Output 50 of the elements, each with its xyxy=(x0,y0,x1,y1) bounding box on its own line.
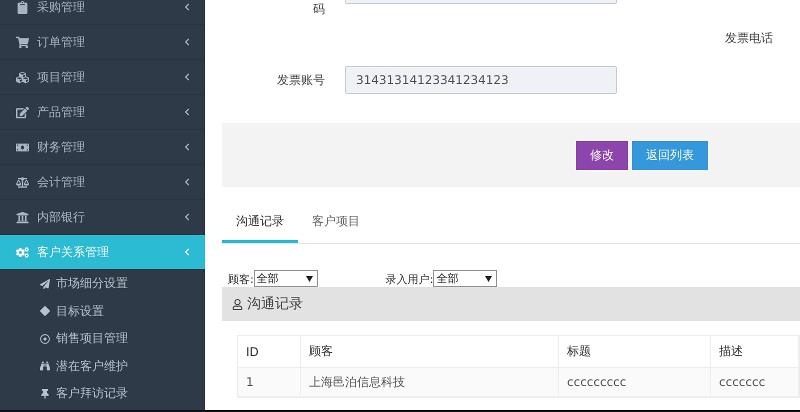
paper-plane-icon xyxy=(40,278,50,289)
edit-button[interactable]: 修改 xyxy=(576,140,628,170)
bank-icon xyxy=(16,210,29,224)
submenu-item[interactable]: 市场细分设置 xyxy=(0,270,205,298)
chevron-icon xyxy=(183,108,191,116)
chevron-icon xyxy=(183,38,191,46)
dropdown-icon xyxy=(485,276,492,282)
tab[interactable]: 沟通记录 xyxy=(222,205,298,243)
cart-icon xyxy=(16,36,29,48)
submenu-item[interactable]: 客户拜访记录 xyxy=(0,380,205,408)
column-header: ID xyxy=(238,336,301,368)
chevron-icon xyxy=(183,73,191,81)
chevron-icon xyxy=(183,178,191,186)
filter-select[interactable]: 全部 xyxy=(254,270,318,287)
gears-icon xyxy=(16,246,29,258)
binoculars-icon xyxy=(40,361,50,372)
table-cell: ccccccc xyxy=(711,368,799,397)
input-field[interactable]: 31431314123341234123 xyxy=(345,66,617,94)
filter-label: 录入用户: xyxy=(386,272,434,287)
submenu-item[interactable]: 潜在客户维护 xyxy=(0,352,205,380)
chevron-icon xyxy=(183,213,191,221)
cubes-icon xyxy=(16,70,29,84)
banknote-icon xyxy=(16,140,29,154)
submenu-item[interactable]: 目标设置 xyxy=(0,298,205,325)
field-label: 码 xyxy=(312,1,325,18)
submenu-item[interactable]: 销售项目管理 xyxy=(0,325,205,352)
column-header: 描述 xyxy=(711,336,799,368)
column-header: 标题 xyxy=(559,336,711,368)
filter-select[interactable]: 全部 xyxy=(433,270,498,287)
diamond-icon xyxy=(40,306,50,316)
table-cell: ccccccccc xyxy=(559,368,711,397)
chevron-icon xyxy=(183,143,191,151)
scale-icon xyxy=(16,176,29,188)
edit-icon xyxy=(16,106,29,118)
panel-title: 沟通记录 xyxy=(247,295,303,313)
field-label: 发票电话 xyxy=(725,30,773,47)
tab[interactable]: 客户项目 xyxy=(298,205,374,243)
sidebar-item[interactable]: 采购管理 xyxy=(0,0,205,25)
user-icon xyxy=(232,298,243,310)
filter-label: 顾客: xyxy=(228,272,254,287)
pin-icon xyxy=(40,388,50,399)
table-cell: 1 xyxy=(238,368,301,397)
dropdown-icon xyxy=(306,276,313,282)
table-cell: 上海邑泊信息科技 xyxy=(301,368,559,397)
column-header: 顾客 xyxy=(301,336,559,368)
chevron-icon xyxy=(183,3,191,11)
chevron-icon xyxy=(183,248,191,256)
field-label: 发票账号 xyxy=(276,72,325,88)
back-button[interactable]: 返回列表 xyxy=(632,140,708,170)
clipboard-icon xyxy=(16,0,29,14)
